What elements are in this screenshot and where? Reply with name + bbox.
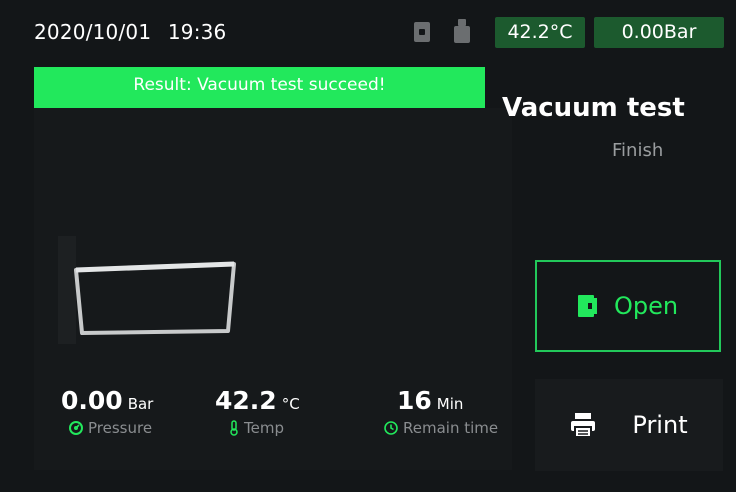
thermometer-icon (230, 420, 238, 436)
date-text: 2020/10/01 (34, 20, 152, 44)
test-status: Finish (612, 140, 664, 161)
open-button-label: Open (613, 292, 679, 320)
clock-icon (384, 421, 398, 435)
status-icons (414, 19, 470, 46)
remain-time-value: 16 (397, 386, 432, 415)
gauge-icon (69, 421, 83, 435)
pressure-badge: 0.00Bar (594, 17, 724, 48)
print-button-label: Print (632, 411, 688, 439)
datetime-display: 2020/10/01 19:36 (34, 20, 226, 44)
pressure-label: Pressure (88, 419, 153, 437)
printer-icon (571, 413, 596, 438)
chamber-panel: 0.00 Bar Pressure 42.2 °C Temp 16 Min Re… (34, 108, 512, 470)
remain-time-label: Remain time (403, 419, 499, 437)
chamber-illustration (74, 261, 236, 335)
pressure-unit: Bar (127, 395, 154, 413)
temperature-badge: 42.2°C (495, 17, 585, 48)
open-button[interactable]: Open (535, 260, 721, 352)
print-button[interactable]: Print (535, 379, 723, 471)
temp-unit: °C (281, 395, 300, 413)
door-open-icon (577, 295, 597, 317)
usb-icon (454, 19, 470, 43)
temp-label: Temp (244, 419, 284, 437)
remain-time-reading: 16 Min Remain time (384, 386, 499, 437)
pressure-value: 0.00 (61, 386, 123, 415)
result-banner: Result: Vacuum test succeed! (34, 67, 485, 108)
pressure-reading: 0.00 Bar Pressure (61, 386, 153, 437)
door-icon (414, 22, 430, 42)
temp-reading: 42.2 °C Temp (215, 386, 300, 437)
vacuum-test-screen: 2020/10/01 19:36 42.2°C 0.00Bar 0.00Bar (0, 0, 736, 492)
remain-time-unit: Min (436, 395, 464, 413)
temp-value: 42.2 (215, 386, 277, 415)
time-text: 19:36 (167, 20, 227, 44)
test-title: Vacuum test (502, 93, 685, 123)
